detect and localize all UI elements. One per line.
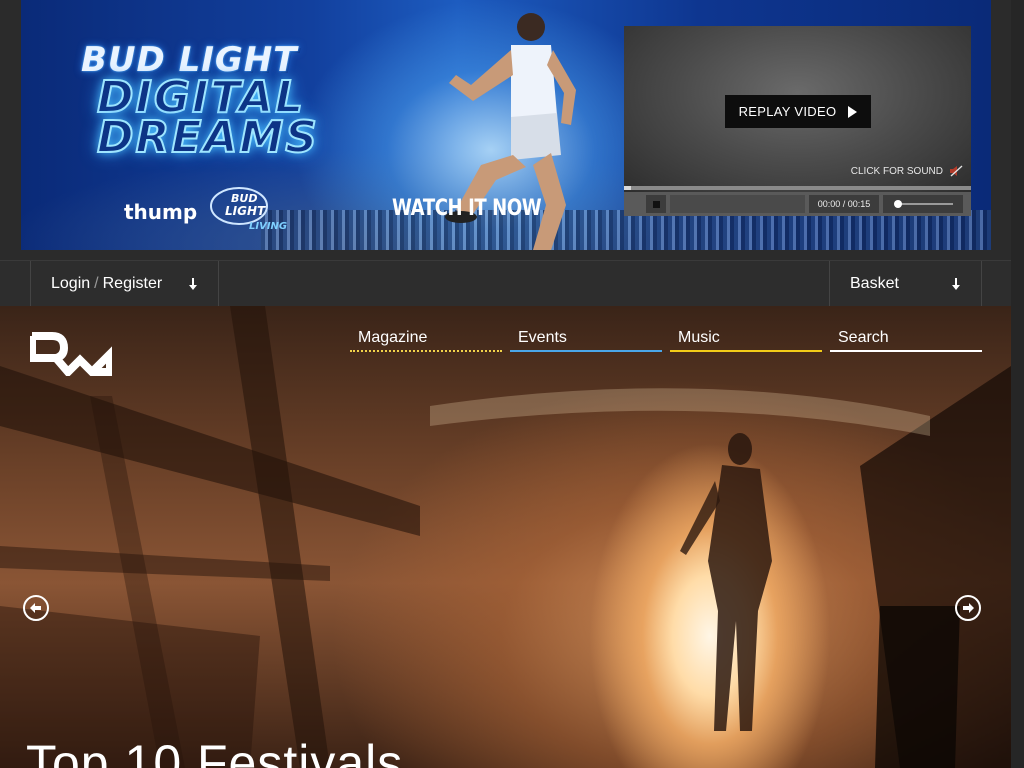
ad-banner[interactable]: BUD LIGHT DIGITAL DREAMS thump BUD LIGHT… <box>21 0 991 250</box>
account-bar: Login / Register Basket <box>0 260 1024 307</box>
mute-icon <box>950 165 963 177</box>
ad-dreams-text: DREAMS <box>96 112 319 163</box>
replay-video-button[interactable]: REPLAY VIDEO <box>725 95 871 128</box>
login-link[interactable]: Login <box>51 275 90 293</box>
time-current: 00:00 <box>817 199 841 209</box>
hero-slider: Magazine Events Music Search Top 10 Fest… <box>0 306 1011 768</box>
ad-bud-light-living-logo: BUD LIGHT LIVING <box>210 187 287 232</box>
video-progress-bar[interactable] <box>624 186 971 190</box>
slider-next-button[interactable] <box>955 595 981 621</box>
time-total: 00:15 <box>847 199 871 209</box>
click-for-sound-label: CLICK FOR SOUND <box>850 165 943 177</box>
nav-events[interactable]: Events <box>510 328 662 352</box>
arrow-down-icon <box>189 278 197 290</box>
click-for-sound-button[interactable]: CLICK FOR SOUND <box>851 165 963 177</box>
hero-title[interactable]: Top 10 Festivals <box>26 734 403 768</box>
ad-thump-logo: thump <box>124 200 198 224</box>
nav-music[interactable]: Music <box>670 328 822 352</box>
stop-button[interactable] <box>646 195 666 213</box>
basket-menu[interactable]: Basket <box>829 261 982 307</box>
ad-video-player[interactable]: REPLAY VIDEO CLICK FOR SOUND 00:00 / 00:… <box>624 26 971 216</box>
slider-prev-button[interactable] <box>23 595 49 621</box>
controls-spacer <box>670 195 805 213</box>
hero-background-image <box>0 306 1011 768</box>
svg-text:LIVING: LIVING <box>249 221 287 232</box>
ad-digital-dreams-logo: DIGITAL DREAMS <box>96 75 319 163</box>
page-edge <box>1011 0 1024 768</box>
ra-logo-icon[interactable] <box>30 332 112 376</box>
nav-search[interactable]: Search <box>830 328 982 352</box>
register-link[interactable]: Register <box>103 275 163 293</box>
login-separator: / <box>94 275 99 292</box>
nav-magazine[interactable]: Magazine <box>350 328 502 352</box>
video-controls: 00:00 / 00:15 <box>624 192 971 216</box>
basket-label: Basket <box>850 275 899 292</box>
volume-track <box>895 203 953 205</box>
arrow-down-icon <box>952 278 960 290</box>
stop-icon <box>652 200 660 208</box>
video-time: 00:00 / 00:15 <box>809 195 879 213</box>
ad-watch-it-now[interactable]: WATCH IT NOW <box>392 196 542 221</box>
video-progress-fill <box>624 186 631 190</box>
replay-video-label: REPLAY VIDEO <box>738 104 837 119</box>
hero-silhouette-figure <box>680 433 772 731</box>
svg-text:LIGHT: LIGHT <box>225 204 266 218</box>
main-nav: Magazine Events Music Search <box>350 328 982 352</box>
play-icon <box>848 105 858 118</box>
volume-slider[interactable] <box>883 195 963 213</box>
volume-knob[interactable] <box>894 200 902 208</box>
time-separator: / <box>840 199 848 209</box>
login-register-menu[interactable]: Login / Register <box>30 261 219 307</box>
arrow-right-icon <box>963 603 974 613</box>
arrow-left-icon <box>30 603 41 613</box>
